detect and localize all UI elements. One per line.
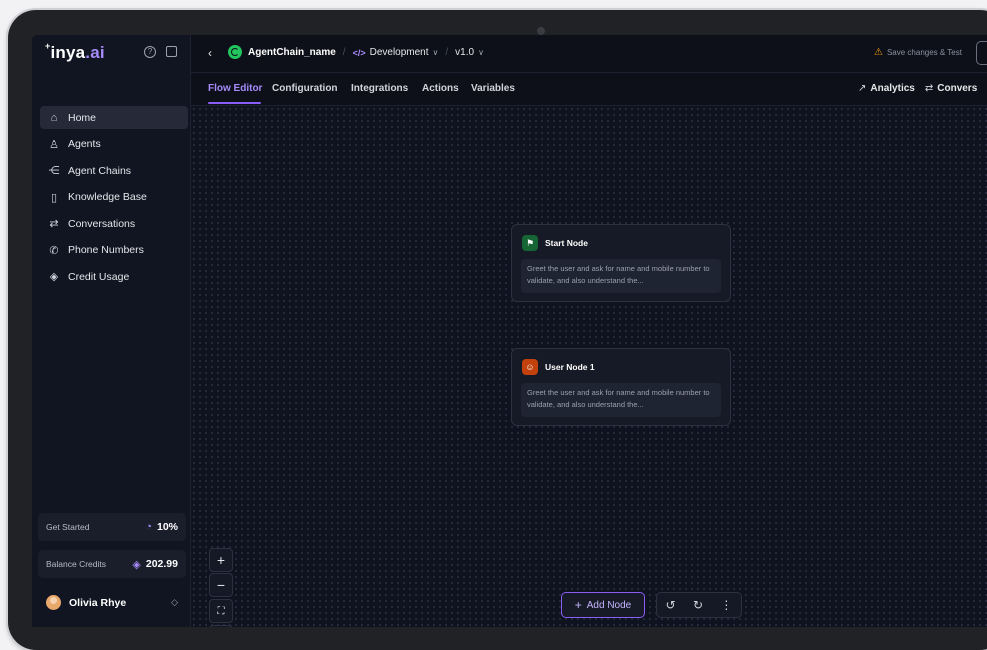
editor-tabs: Flow Editor Configuration Integrations A… bbox=[190, 73, 987, 106]
undo-icon[interactable]: ↺ bbox=[666, 598, 676, 612]
avatar bbox=[46, 595, 61, 610]
home-icon: ⌂ bbox=[50, 111, 58, 124]
agent-chain-logo-icon bbox=[228, 45, 242, 59]
flag-icon: ⚑ bbox=[522, 235, 538, 251]
help-icon[interactable]: ? bbox=[144, 46, 156, 58]
tab-configuration[interactable]: Configuration bbox=[272, 83, 338, 94]
fit-view-icon: ⛶ bbox=[217, 605, 225, 617]
version-label: v1.0 bbox=[455, 47, 475, 58]
coin-icon: ◈ bbox=[132, 558, 141, 571]
flow-canvas[interactable]: ⚑ Start Node Greet the user and ask for … bbox=[191, 106, 987, 627]
node-title: User Node 1 bbox=[545, 362, 595, 372]
plus-icon: + bbox=[574, 598, 582, 612]
sidebar-item-label: Agents bbox=[68, 138, 101, 150]
analytics-label: Analytics bbox=[870, 83, 915, 94]
get-started-card[interactable]: Get Started ◔ 10% bbox=[38, 513, 186, 541]
environment-selector[interactable]: </> Development ∨ bbox=[353, 47, 439, 58]
sidebar-item-label: Home bbox=[68, 111, 97, 124]
phone-icon: ✆ bbox=[49, 244, 59, 257]
get-started-value: 10% bbox=[156, 521, 178, 533]
sidebar-item-agents[interactable]: ♙ Agents bbox=[40, 133, 188, 156]
active-tab-indicator bbox=[208, 102, 261, 104]
fit-view-button[interactable]: ⛶ bbox=[209, 599, 233, 623]
top-bar: ‹ AgentChain_name / </> Development ∨ / v1… bbox=[190, 35, 987, 73]
user-menu[interactable]: Olivia Rhye ◇ bbox=[46, 595, 178, 610]
logo[interactable]: +inya.ai bbox=[45, 41, 105, 63]
flow-node-start[interactable]: ⚑ Start Node Greet the user and ask for … bbox=[511, 224, 731, 302]
more-options-icon[interactable]: ⋮ bbox=[720, 598, 732, 612]
sidebar-item-conversations[interactable]: ⇄ Conversations bbox=[40, 212, 188, 235]
sidebar-item-home[interactable]: ⌂ Home bbox=[40, 106, 188, 129]
node-description: Greet the user and ask for name and mobi… bbox=[521, 383, 721, 417]
node-description: Greet the user and ask for name and mobi… bbox=[521, 259, 721, 293]
app-screen: +inya.ai ? ⌂ Home ♙ Agents ⋲ Agent Chains ▯… bbox=[32, 35, 987, 627]
swap-icon: ⇄ bbox=[924, 83, 934, 94]
tab-variables[interactable]: Variables bbox=[471, 83, 515, 94]
tab-flow-editor[interactable]: Flow Editor bbox=[208, 83, 262, 94]
balance-credits-value: 202.99 bbox=[145, 558, 178, 570]
sidebar-item-label: Agent Chains bbox=[68, 164, 132, 177]
warning-icon: ⚠ bbox=[874, 47, 883, 58]
sidebar-item-label: Knowledge Base bbox=[68, 191, 147, 203]
zoom-in-button[interactable]: + bbox=[209, 548, 233, 572]
chevron-updown-icon: ◇ bbox=[171, 597, 178, 607]
sidebar-item-credit-usage[interactable]: ◈ Credit Usage bbox=[40, 265, 188, 288]
add-node-label: Add Node bbox=[586, 599, 632, 611]
sidebar-item-phone-numbers[interactable]: ✆ Phone Numbers bbox=[40, 239, 188, 262]
book-icon: ▯ bbox=[50, 191, 58, 204]
sidebar-item-label: Phone Numbers bbox=[68, 244, 144, 256]
sidebar-item-label: Conversations bbox=[68, 217, 136, 230]
environment-label: Development bbox=[369, 47, 429, 58]
agent-chains-icon: ⋲ bbox=[48, 165, 60, 177]
sidebar-item-agent-chains[interactable]: ⋲ Agent Chains bbox=[40, 159, 188, 182]
history-toolbar: ↺ ↻ ⋮ bbox=[656, 592, 742, 618]
chevron-down-icon: ∨ bbox=[478, 48, 484, 57]
top-action-button[interactable] bbox=[976, 41, 987, 65]
zoom-out-button[interactable]: − bbox=[209, 573, 233, 597]
tab-actions[interactable]: Actions bbox=[422, 83, 459, 94]
trend-icon: ↗ bbox=[858, 83, 867, 94]
user-name: Olivia Rhye bbox=[69, 596, 127, 609]
analytics-link[interactable]: ↗ Analytics bbox=[858, 83, 915, 94]
plus-icon: + bbox=[216, 552, 226, 568]
back-icon[interactable]: ‹ bbox=[208, 46, 212, 60]
sidebar-nav: ⌂ Home ♙ Agents ⋲ Agent Chains ▯ Knowledge B… bbox=[40, 106, 188, 292]
sidebar-toggle-icon[interactable] bbox=[166, 46, 177, 57]
code-icon: </> bbox=[352, 47, 366, 58]
conversations-link[interactable]: ⇄ Convers bbox=[925, 83, 977, 94]
swap-icon: ⇄ bbox=[49, 218, 59, 230]
coin-icon: ◈ bbox=[49, 271, 59, 283]
user-voice-icon: ☺ bbox=[522, 359, 538, 375]
sidebar-item-label: Credit Usage bbox=[68, 270, 130, 283]
camera-dot bbox=[537, 27, 545, 35]
node-title: Start Node bbox=[545, 238, 588, 248]
flow-node-user-1[interactable]: ☺ User Node 1 Greet the user and ask for… bbox=[511, 348, 731, 426]
logo-tld: .ai bbox=[85, 43, 105, 62]
version-selector[interactable]: v1.0 ∨ bbox=[455, 47, 484, 58]
conversations-label: Convers bbox=[937, 83, 978, 94]
breadcrumb-separator: / bbox=[445, 47, 449, 58]
unsaved-warning: ⚠ Save changes & Test bbox=[874, 47, 962, 58]
tab-integrations[interactable]: Integrations bbox=[351, 83, 408, 94]
logo-text: inya bbox=[50, 43, 86, 62]
balance-credits-card[interactable]: Balance Credits ◈ 202.99 bbox=[38, 550, 186, 578]
chain-name[interactable]: AgentChain_name bbox=[248, 47, 336, 58]
sidebar: +inya.ai ? ⌂ Home ♙ Agents ⋲ Agent Chains ▯… bbox=[32, 35, 191, 627]
chevron-down-icon: ∨ bbox=[432, 48, 439, 57]
minus-icon: − bbox=[216, 577, 226, 593]
breadcrumb: AgentChain_name / </> Development ∨ / v1.0… bbox=[248, 47, 484, 58]
add-node-button[interactable]: + Add Node bbox=[561, 592, 645, 618]
balance-credits-label: Balance Credits bbox=[46, 559, 107, 569]
redo-icon[interactable]: ↻ bbox=[693, 598, 703, 612]
warning-text: Save changes & Test bbox=[886, 48, 962, 57]
progress-icon: ◔ bbox=[145, 521, 152, 533]
breadcrumb-separator: / bbox=[342, 47, 346, 58]
get-started-label: Get Started bbox=[46, 522, 90, 532]
agents-icon: ♙ bbox=[49, 138, 59, 151]
sidebar-item-knowledge-base[interactable]: ▯ Knowledge Base bbox=[40, 186, 188, 209]
